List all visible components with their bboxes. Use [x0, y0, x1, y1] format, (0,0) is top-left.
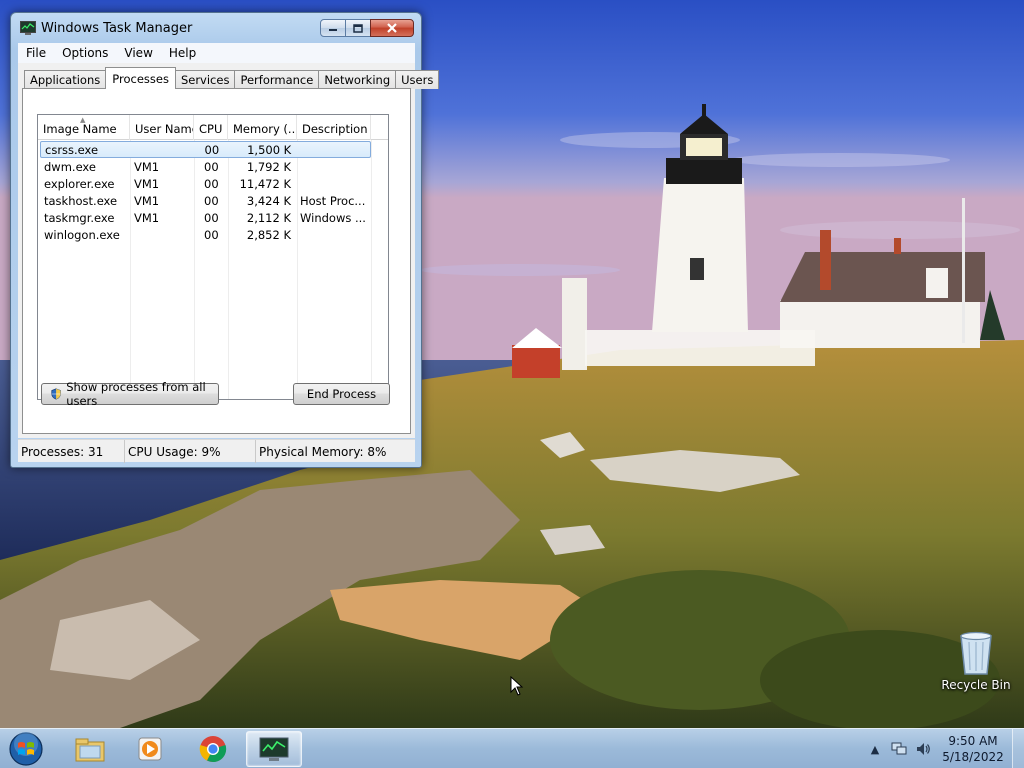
- cell-user-name: VM1: [134, 210, 160, 225]
- cell-user-name: VM1: [134, 159, 160, 174]
- uac-shield-icon: [51, 388, 61, 400]
- task-manager-icon: [259, 737, 289, 761]
- taskbar-media-player[interactable]: [122, 731, 178, 767]
- status-cpu-usage: CPU Usage: 9%: [125, 440, 256, 463]
- menu-bar: File Options View Help: [18, 43, 415, 63]
- minimize-button[interactable]: [320, 19, 346, 37]
- cell-cpu: 00: [204, 159, 219, 174]
- cell-cpu: 00: [204, 227, 219, 242]
- cell-image-name: dwm.exe: [44, 159, 96, 174]
- tab-applications[interactable]: Applications: [24, 70, 107, 89]
- network-icon[interactable]: [890, 740, 908, 758]
- tab-processes[interactable]: Processes: [105, 67, 176, 89]
- system-tray: ▲: [866, 729, 938, 768]
- cell-image-name: winlogon.exe: [44, 227, 120, 242]
- menu-file[interactable]: File: [18, 46, 54, 60]
- cell-user-name: VM1: [134, 176, 160, 191]
- cell-image-name: csrss.exe: [45, 142, 99, 157]
- volume-icon[interactable]: [914, 740, 932, 758]
- start-button[interactable]: [6, 730, 46, 768]
- recycle-bin-icon: [960, 631, 992, 675]
- cell-image-name: taskhost.exe: [44, 193, 118, 208]
- tab-networking[interactable]: Networking: [318, 70, 397, 89]
- show-desktop-button[interactable]: [1012, 729, 1024, 768]
- cell-cpu: 00: [204, 210, 219, 225]
- cell-memory: 2,112 K: [246, 210, 291, 225]
- cell-description: Windows ...: [300, 210, 366, 225]
- task-manager-icon: [20, 21, 36, 35]
- show-all-processes-label: Show processes from all users: [66, 380, 206, 408]
- close-button[interactable]: [370, 19, 414, 37]
- table-row[interactable]: taskhost.exe VM1 00 3,424 K Host Proc...: [40, 192, 371, 209]
- cell-cpu: 00: [204, 176, 219, 191]
- taskbar-file-explorer[interactable]: [62, 731, 118, 767]
- menu-view[interactable]: View: [116, 46, 160, 60]
- table-row[interactable]: dwm.exe VM1 00 1,792 K: [40, 158, 371, 175]
- cell-memory: 11,472 K: [239, 176, 291, 191]
- column-image-name[interactable]: ▲ Image Name: [38, 115, 130, 140]
- file-explorer-icon: [75, 738, 105, 762]
- tab-performance[interactable]: Performance: [234, 70, 320, 89]
- table-row[interactable]: explorer.exe VM1 00 11,472 K: [40, 175, 371, 192]
- cell-user-name: VM1: [134, 193, 160, 208]
- column-user-name[interactable]: User Name: [130, 115, 194, 140]
- menu-help[interactable]: Help: [161, 46, 204, 60]
- cell-memory: 1,500 K: [247, 142, 292, 157]
- mouse-cursor-icon: [510, 676, 524, 696]
- chrome-icon: [199, 736, 227, 763]
- cell-image-name: taskmgr.exe: [44, 210, 115, 225]
- cell-cpu: 00: [204, 142, 220, 157]
- taskbar-chrome[interactable]: [185, 731, 241, 767]
- window-title: Windows Task Manager: [41, 21, 193, 36]
- tab-users[interactable]: Users: [395, 70, 440, 89]
- recycle-bin-label: Recycle Bin: [941, 678, 1011, 692]
- cell-cpu: 00: [204, 193, 219, 208]
- taskbar-task-manager[interactable]: [246, 731, 302, 767]
- recycle-bin-desktop-icon[interactable]: Recycle Bin: [940, 630, 1012, 692]
- column-description[interactable]: Description: [297, 115, 371, 140]
- column-memory[interactable]: Memory (...: [228, 115, 297, 140]
- show-hidden-icons-icon[interactable]: ▲: [866, 740, 884, 758]
- process-list-header: ▲ Image Name User Name CPU Memory (... D…: [38, 115, 388, 140]
- taskbar-clock[interactable]: 9:50 AM 5/18/2022: [938, 733, 1008, 765]
- column-cpu[interactable]: CPU: [194, 115, 228, 140]
- network-monitor-icon: [891, 742, 907, 755]
- cell-memory: 2,852 K: [246, 227, 291, 242]
- media-player-icon: [138, 737, 162, 761]
- column-image-name-label: Image Name: [43, 122, 117, 136]
- speaker-icon: [917, 743, 930, 755]
- process-list[interactable]: ▲ Image Name User Name CPU Memory (... D…: [37, 114, 389, 400]
- end-process-button[interactable]: End Process: [293, 383, 390, 405]
- status-bar: Processes: 31 CPU Usage: 9% Physical Mem…: [18, 439, 415, 463]
- menu-options[interactable]: Options: [54, 46, 116, 60]
- maximize-icon: [353, 23, 363, 33]
- show-all-processes-button[interactable]: Show processes from all users: [41, 380, 219, 408]
- table-row[interactable]: csrss.exe 00 1,500 K: [40, 141, 371, 158]
- table-row[interactable]: winlogon.exe 00 2,852 K: [40, 226, 371, 243]
- taskbar: ▲ 9:50 AM 5/18/2022: [0, 728, 1024, 768]
- status-physical-memory: Physical Memory: 8%: [259, 444, 387, 459]
- window-client-area: Applications Processes Services Performa…: [18, 63, 440, 438]
- processes-panel: ▲ Image Name User Name CPU Memory (... D…: [22, 88, 411, 434]
- sort-up-icon: ▲: [80, 116, 86, 124]
- caption-buttons: [320, 19, 414, 37]
- task-manager-window: Windows Task Manager File Options View H…: [10, 12, 440, 468]
- windows-orb-icon: [9, 732, 43, 766]
- cell-image-name: explorer.exe: [44, 176, 115, 191]
- table-row[interactable]: taskmgr.exe VM1 00 2,112 K Windows ...: [40, 209, 371, 226]
- title-bar[interactable]: Windows Task Manager: [11, 13, 421, 43]
- cell-memory: 3,424 K: [246, 193, 291, 208]
- clock-date: 5/18/2022: [942, 750, 1004, 764]
- maximize-button[interactable]: [345, 19, 371, 37]
- clock-time: 9:50 AM: [948, 734, 998, 748]
- tab-services[interactable]: Services: [174, 70, 236, 89]
- status-processes: Processes: 31: [18, 440, 125, 463]
- cell-memory: 1,792 K: [246, 159, 291, 174]
- close-icon: [387, 23, 397, 33]
- tab-strip: Applications Processes Services Performa…: [24, 67, 440, 89]
- minimize-icon: [329, 29, 337, 31]
- cell-description: Host Proc...: [300, 193, 366, 208]
